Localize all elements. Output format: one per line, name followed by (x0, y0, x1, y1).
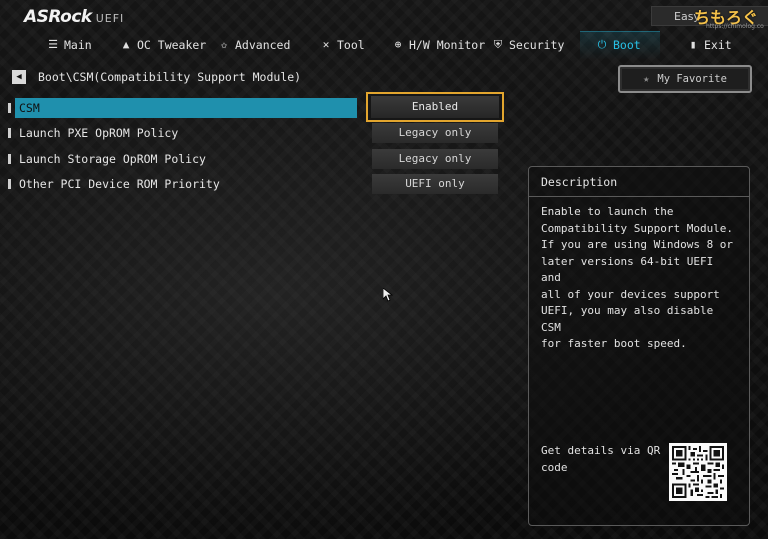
exit-icon: ▮ (689, 38, 697, 51)
row-highlight (15, 98, 357, 118)
tab-hw-monitor-label: H/W Monitor (409, 38, 486, 52)
tab-hw-monitor[interactable]: ⊕ H/W Monitor (392, 33, 485, 57)
row-bullet (8, 103, 11, 113)
tab-boot-label: Boot (613, 38, 641, 52)
setting-value-dropdown[interactable]: Enabled (366, 92, 504, 122)
qr-code (669, 443, 727, 501)
brand-name: ASRock (24, 7, 92, 27)
breadcrumb: Boot\CSM(Compatibility Support Module) (38, 70, 302, 84)
tab-exit[interactable]: ▮ Exit (687, 33, 732, 57)
row-bullet (8, 179, 11, 189)
description-panel: Description Enable to launch the Compati… (528, 166, 750, 526)
back-arrow-icon: ◀ (16, 72, 22, 82)
star-icon: ✩ (220, 38, 228, 51)
description-line: Compatibility Support Module. (541, 221, 734, 235)
tab-exit-label: Exit (704, 38, 732, 52)
flame-icon: ▲ (122, 38, 130, 51)
setting-row-storage-oprom[interactable]: Launch Storage OpROM Policy Legacy only (0, 148, 520, 170)
row-bullet (8, 154, 11, 164)
setting-value: Enabled (371, 96, 499, 118)
tab-security-label: Security (509, 38, 565, 52)
my-favorite-button[interactable]: ★ My Favorite (618, 65, 752, 93)
setting-label: Launch Storage OpROM Policy (19, 152, 206, 166)
star-icon: ★ (643, 73, 650, 85)
tools-icon: ✕ (322, 38, 330, 51)
tab-advanced-label: Advanced (235, 38, 291, 52)
row-bullet (8, 128, 11, 138)
description-line: all of your devices support (541, 287, 720, 301)
power-icon: ⏻ (597, 38, 607, 51)
tab-tool[interactable]: ✕ Tool (320, 33, 365, 57)
setting-label: Launch PXE OpROM Policy (19, 126, 179, 140)
description-line: for faster boot speed. (541, 337, 687, 350)
watermark-url: https://chimolog.co (706, 23, 764, 30)
my-favorite-label: My Favorite (657, 73, 727, 85)
setting-value-dropdown[interactable]: UEFI only (372, 174, 498, 194)
tab-main[interactable]: ☰ Main (47, 33, 92, 57)
tab-oc-tweaker-label: OC Tweaker (137, 38, 207, 52)
back-button[interactable]: ◀ (12, 70, 26, 84)
tab-tool-label: Tool (337, 38, 365, 52)
setting-label: Other PCI Device ROM Priority (19, 177, 220, 191)
tab-advanced[interactable]: ✩ Advanced (218, 33, 291, 57)
setting-row-pci-rom-priority[interactable]: Other PCI Device ROM Priority UEFI only (0, 173, 520, 195)
description-line: Enable to launch the (541, 205, 674, 218)
monitor-icon: ⊕ (394, 38, 402, 51)
qr-label-line: code (541, 460, 568, 474)
description-line: If you are using Windows 8 or (541, 238, 734, 251)
top-nav: ☰ Main ▲ OC Tweaker ✩ Advanced ✕ Tool ⊕ … (0, 33, 768, 57)
brand-sub: UEFI (95, 12, 125, 25)
tab-security[interactable]: ⛨ Security (492, 33, 565, 57)
description-line: later versions 64-bit UEFI and (541, 254, 714, 285)
qr-label-line: Get details via QR (541, 444, 661, 457)
setting-row-csm[interactable]: CSM Enabled (0, 92, 520, 122)
description-line: UEFI, you may also disable CSM (541, 304, 714, 334)
bios-screen: ASRock UEFI Easy ちもろぐ https://chimolog.c… (0, 0, 768, 539)
list-icon: ☰ (48, 38, 58, 51)
qr-label: Get details via QR code (541, 443, 661, 476)
description-text: Enable to launch the Compatibility Suppo… (529, 197, 749, 353)
tab-oc-tweaker[interactable]: ▲ OC Tweaker (120, 33, 207, 57)
description-title: Description (529, 167, 749, 197)
brand-logo: ASRock UEFI (24, 7, 124, 27)
qr-code-graphic (672, 446, 724, 498)
shield-icon: ⛨ (493, 38, 503, 51)
mouse-cursor-icon (382, 287, 394, 306)
setting-label: CSM (19, 101, 40, 115)
tab-main-label: Main (64, 38, 92, 52)
setting-value-dropdown[interactable]: Legacy only (372, 123, 498, 143)
setting-value-dropdown[interactable]: Legacy only (372, 149, 498, 169)
tab-boot[interactable]: ⏻ Boot (596, 33, 641, 57)
setting-row-pxe-oprom[interactable]: Launch PXE OpROM Policy Legacy only (0, 122, 520, 144)
